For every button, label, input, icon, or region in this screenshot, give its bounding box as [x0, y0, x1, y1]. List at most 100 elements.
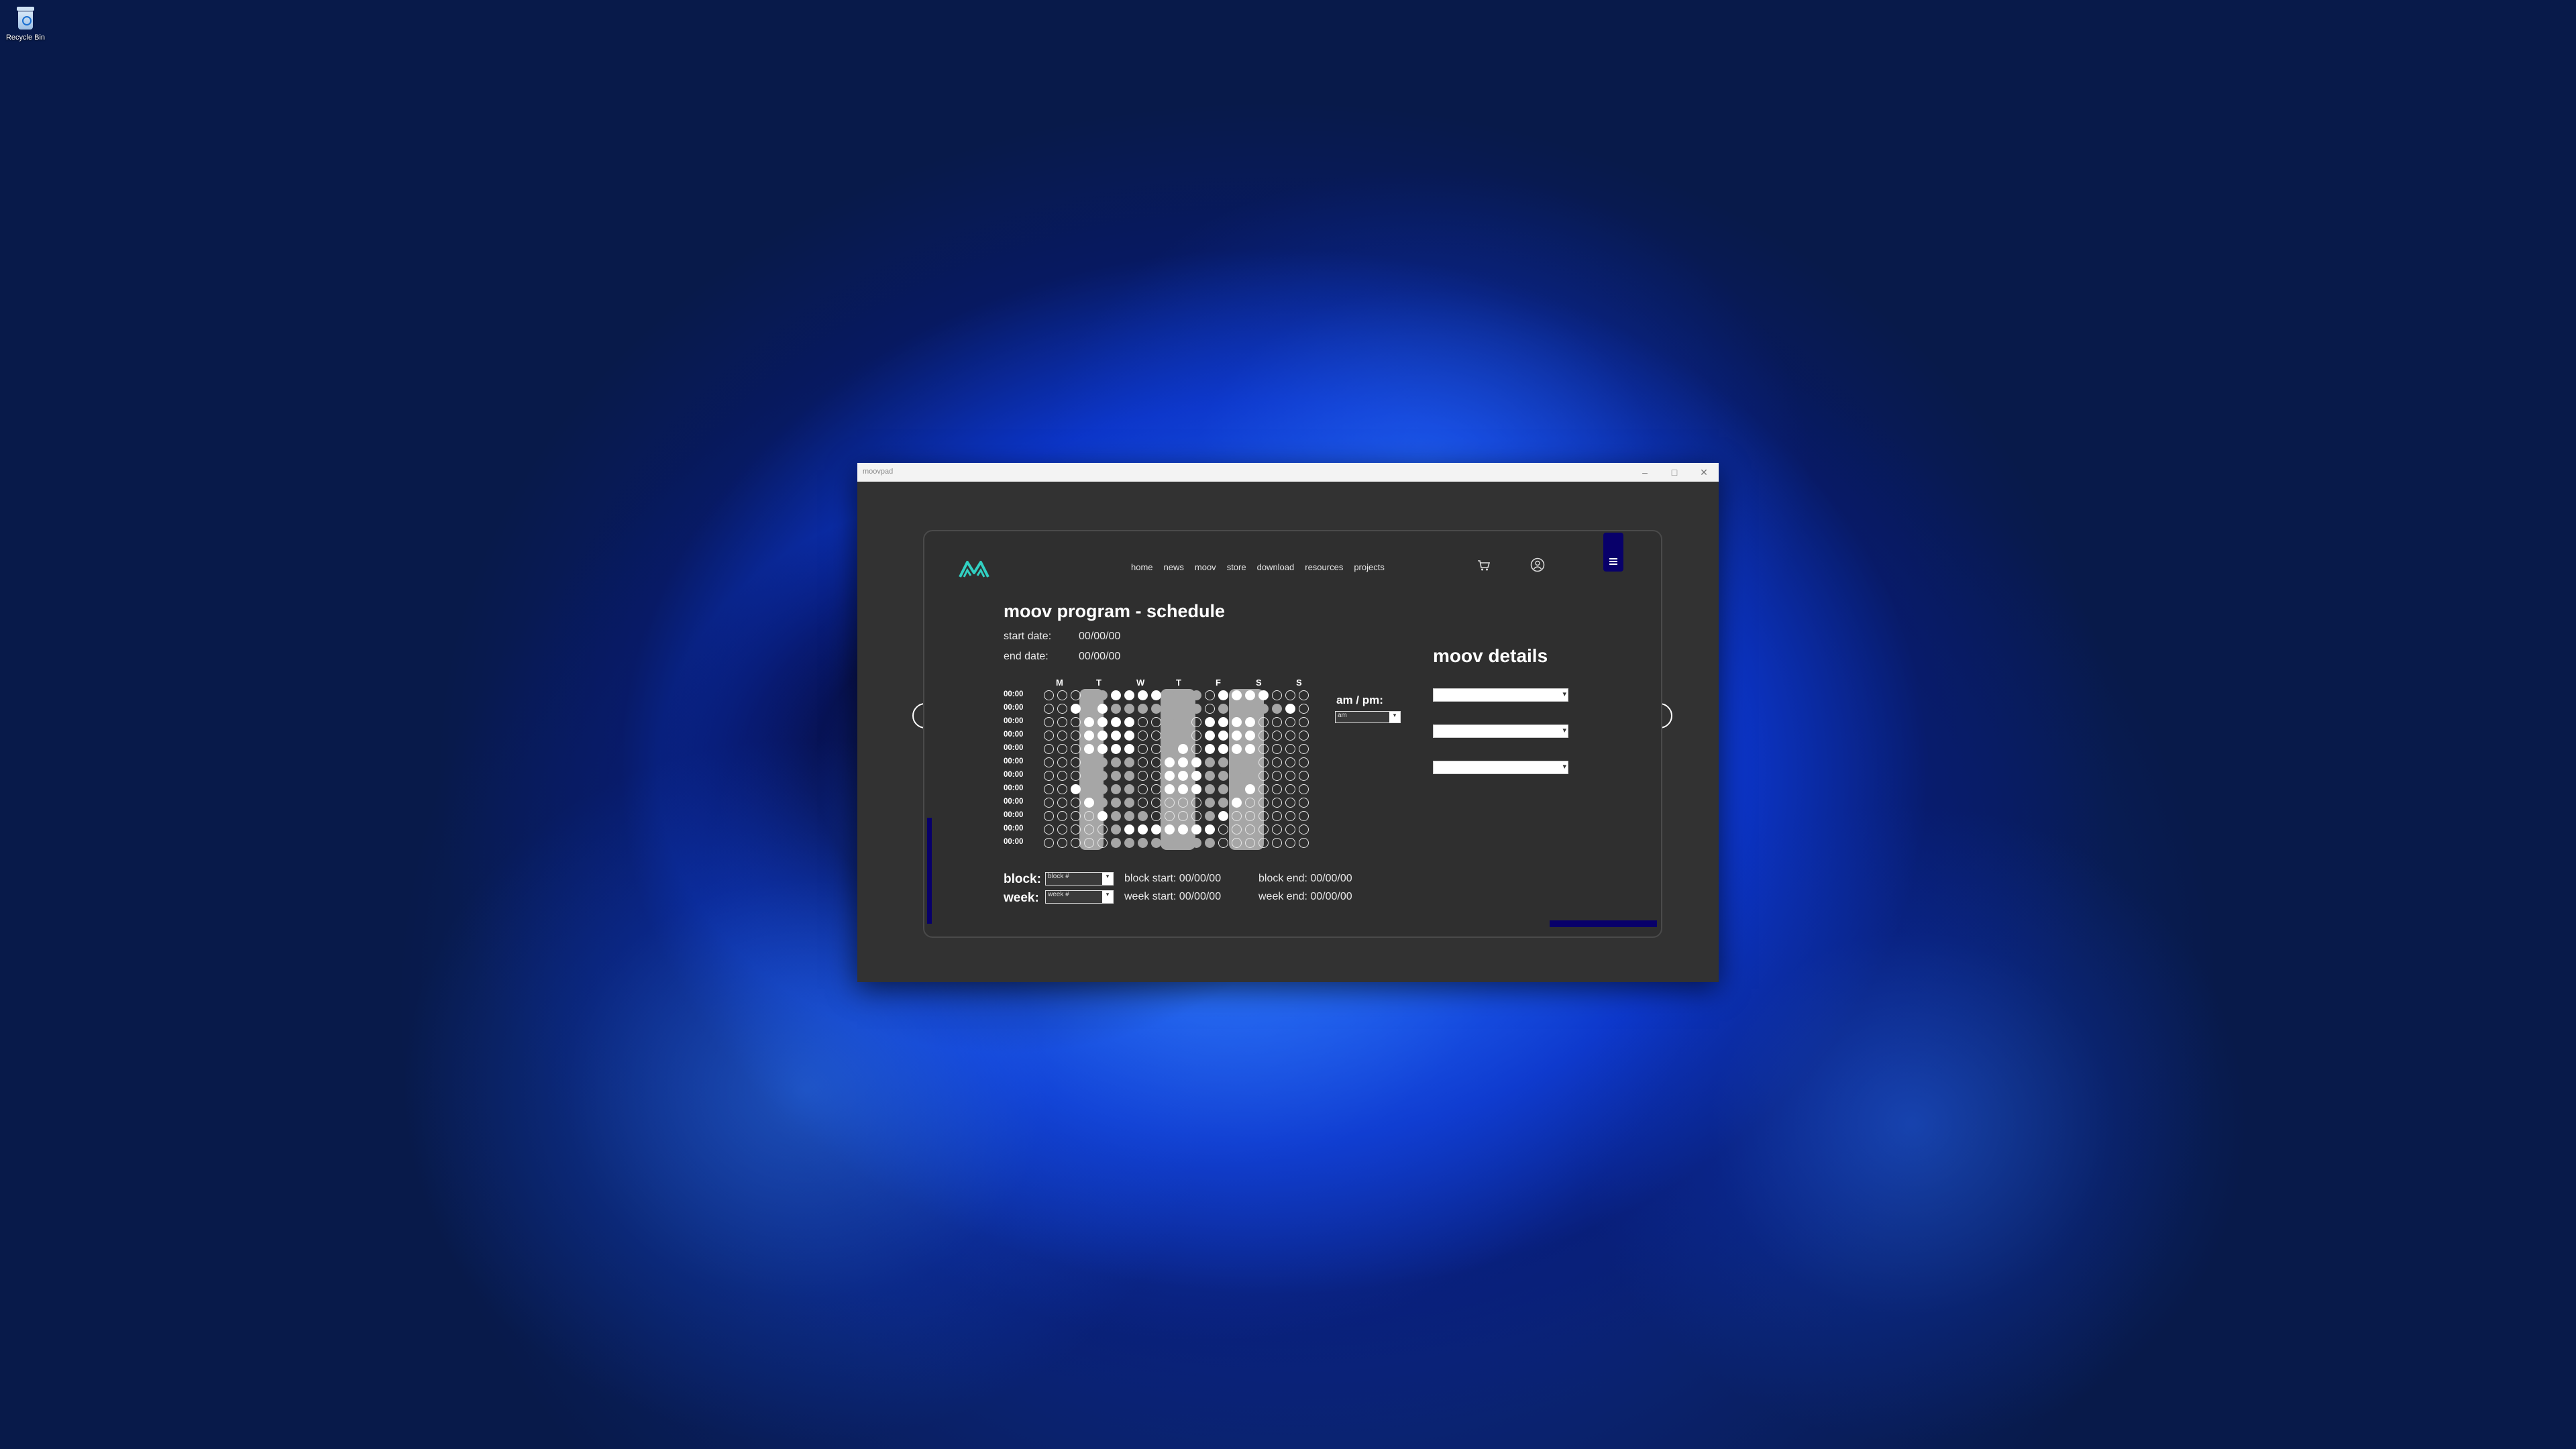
- nav-moov[interactable]: moov: [1195, 562, 1216, 572]
- schedule-cell[interactable]: [1232, 824, 1242, 835]
- schedule-cell[interactable]: [1044, 744, 1054, 754]
- schedule-cell[interactable]: [1097, 798, 1108, 808]
- schedule-cell[interactable]: [1191, 717, 1201, 727]
- block-select[interactable]: block # ▾: [1045, 872, 1114, 885]
- schedule-cell[interactable]: [1124, 690, 1134, 700]
- schedule-cell[interactable]: [1165, 771, 1175, 781]
- schedule-cell[interactable]: [1178, 798, 1188, 808]
- schedule-cell[interactable]: [1272, 771, 1282, 781]
- schedule-cell[interactable]: [1232, 811, 1242, 821]
- schedule-cell[interactable]: [1165, 838, 1175, 848]
- schedule-cell[interactable]: [1097, 838, 1108, 848]
- schedule-cell[interactable]: [1258, 717, 1269, 727]
- schedule-cell[interactable]: [1245, 798, 1255, 808]
- schedule-cell[interactable]: [1057, 771, 1067, 781]
- schedule-cell[interactable]: [1285, 690, 1295, 700]
- schedule-cell[interactable]: [1272, 690, 1282, 700]
- schedule-cell[interactable]: [1097, 704, 1108, 714]
- schedule-cell[interactable]: [1245, 704, 1255, 714]
- schedule-cell[interactable]: [1205, 798, 1215, 808]
- schedule-cell[interactable]: [1232, 784, 1242, 794]
- schedule-cell[interactable]: [1057, 731, 1067, 741]
- schedule-cell[interactable]: [1124, 811, 1134, 821]
- schedule-cell[interactable]: [1191, 704, 1201, 714]
- schedule-cell[interactable]: [1165, 798, 1175, 808]
- schedule-cell[interactable]: [1272, 744, 1282, 754]
- schedule-cell[interactable]: [1285, 784, 1295, 794]
- schedule-cell[interactable]: [1151, 757, 1161, 767]
- schedule-cell[interactable]: [1232, 838, 1242, 848]
- schedule-cell[interactable]: [1205, 717, 1215, 727]
- schedule-cell[interactable]: [1071, 811, 1081, 821]
- schedule-cell[interactable]: [1044, 717, 1054, 727]
- schedule-cell[interactable]: [1071, 824, 1081, 835]
- schedule-cell[interactable]: [1218, 690, 1228, 700]
- schedule-cell[interactable]: [1044, 798, 1054, 808]
- schedule-cell[interactable]: [1151, 811, 1161, 821]
- schedule-cell[interactable]: [1097, 784, 1108, 794]
- schedule-cell[interactable]: [1232, 798, 1242, 808]
- schedule-cell[interactable]: [1044, 690, 1054, 700]
- schedule-cell[interactable]: [1057, 704, 1067, 714]
- nav-projects[interactable]: projects: [1354, 562, 1385, 572]
- schedule-cell[interactable]: [1258, 771, 1269, 781]
- schedule-cell[interactable]: [1138, 757, 1148, 767]
- schedule-cell[interactable]: [1111, 744, 1121, 754]
- schedule-cell[interactable]: [1165, 690, 1175, 700]
- schedule-cell[interactable]: [1151, 798, 1161, 808]
- schedule-cell[interactable]: [1165, 757, 1175, 767]
- schedule-cell[interactable]: [1218, 731, 1228, 741]
- schedule-cell[interactable]: [1044, 784, 1054, 794]
- schedule-cell[interactable]: [1178, 784, 1188, 794]
- schedule-cell[interactable]: [1299, 704, 1309, 714]
- schedule-cell[interactable]: [1057, 784, 1067, 794]
- schedule-cell[interactable]: [1232, 704, 1242, 714]
- schedule-cell[interactable]: [1124, 784, 1134, 794]
- schedule-cell[interactable]: [1258, 757, 1269, 767]
- minimize-button[interactable]: –: [1630, 463, 1660, 482]
- schedule-cell[interactable]: [1191, 811, 1201, 821]
- close-button[interactable]: ✕: [1689, 463, 1719, 482]
- schedule-cell[interactable]: [1084, 717, 1094, 727]
- schedule-cell[interactable]: [1138, 811, 1148, 821]
- schedule-cell[interactable]: [1232, 690, 1242, 700]
- schedule-cell[interactable]: [1218, 838, 1228, 848]
- schedule-cell[interactable]: [1218, 744, 1228, 754]
- schedule-cell[interactable]: [1071, 757, 1081, 767]
- schedule-cell[interactable]: [1285, 824, 1295, 835]
- schedule-cell[interactable]: [1084, 771, 1094, 781]
- schedule-cell[interactable]: [1124, 771, 1134, 781]
- schedule-cell[interactable]: [1258, 784, 1269, 794]
- schedule-cell[interactable]: [1097, 757, 1108, 767]
- schedule-cell[interactable]: [1057, 838, 1067, 848]
- schedule-cell[interactable]: [1178, 731, 1188, 741]
- schedule-cell[interactable]: [1044, 757, 1054, 767]
- schedule-cell[interactable]: [1071, 771, 1081, 781]
- nav-resources[interactable]: resources: [1305, 562, 1343, 572]
- schedule-cell[interactable]: [1111, 824, 1121, 835]
- schedule-cell[interactable]: [1232, 757, 1242, 767]
- schedule-cell[interactable]: [1191, 731, 1201, 741]
- schedule-cell[interactable]: [1191, 824, 1201, 835]
- schedule-cell[interactable]: [1258, 744, 1269, 754]
- schedule-cell[interactable]: [1151, 717, 1161, 727]
- schedule-cell[interactable]: [1111, 838, 1121, 848]
- schedule-cell[interactable]: [1084, 744, 1094, 754]
- ampm-select[interactable]: am ▾: [1335, 711, 1401, 723]
- schedule-cell[interactable]: [1191, 744, 1201, 754]
- details-select-2[interactable]: ▾: [1433, 724, 1568, 738]
- schedule-cell[interactable]: [1165, 784, 1175, 794]
- schedule-cell[interactable]: [1071, 731, 1081, 741]
- schedule-cell[interactable]: [1151, 690, 1161, 700]
- schedule-cell[interactable]: [1151, 838, 1161, 848]
- schedule-cell[interactable]: [1285, 731, 1295, 741]
- schedule-cell[interactable]: [1138, 824, 1148, 835]
- schedule-cell[interactable]: [1071, 838, 1081, 848]
- schedule-cell[interactable]: [1299, 838, 1309, 848]
- schedule-cell[interactable]: [1124, 838, 1134, 848]
- schedule-cell[interactable]: [1124, 717, 1134, 727]
- schedule-cell[interactable]: [1191, 838, 1201, 848]
- schedule-cell[interactable]: [1124, 704, 1134, 714]
- schedule-cell[interactable]: [1071, 784, 1081, 794]
- schedule-cell[interactable]: [1151, 731, 1161, 741]
